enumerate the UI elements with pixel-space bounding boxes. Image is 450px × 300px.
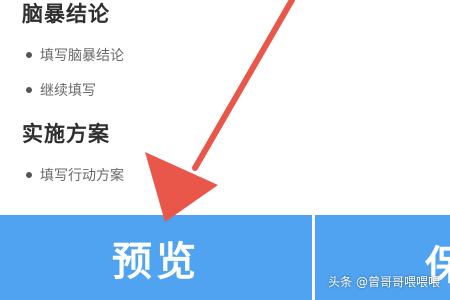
list-item-label: 填写行动方案 — [40, 168, 124, 184]
list-item[interactable]: 继续填写 — [26, 80, 96, 100]
section-title-brainstorm: 脑暴结论 — [22, 2, 110, 26]
list-item-label: 继续填写 — [40, 83, 96, 99]
watermark: 头条 @曾哥哥喂喂喂 — [328, 275, 440, 289]
bullet-icon — [26, 87, 32, 93]
section-title-plan: 实施方案 — [22, 122, 110, 146]
preview-button[interactable]: 预览 — [0, 215, 312, 300]
bullet-icon — [26, 52, 32, 58]
bullet-icon — [26, 172, 32, 178]
bottom-action-bar: 预览 保 头条 @曾哥哥喂喂喂 — [0, 215, 450, 300]
form-content: 脑暴结论 填写脑暴结论 继续填写 实施方案 填写行动方案 — [0, 0, 450, 215]
list-item[interactable]: 填写行动方案 — [26, 165, 124, 185]
list-item-label: 填写脑暴结论 — [40, 48, 124, 64]
list-item[interactable]: 填写脑暴结论 — [26, 45, 124, 65]
